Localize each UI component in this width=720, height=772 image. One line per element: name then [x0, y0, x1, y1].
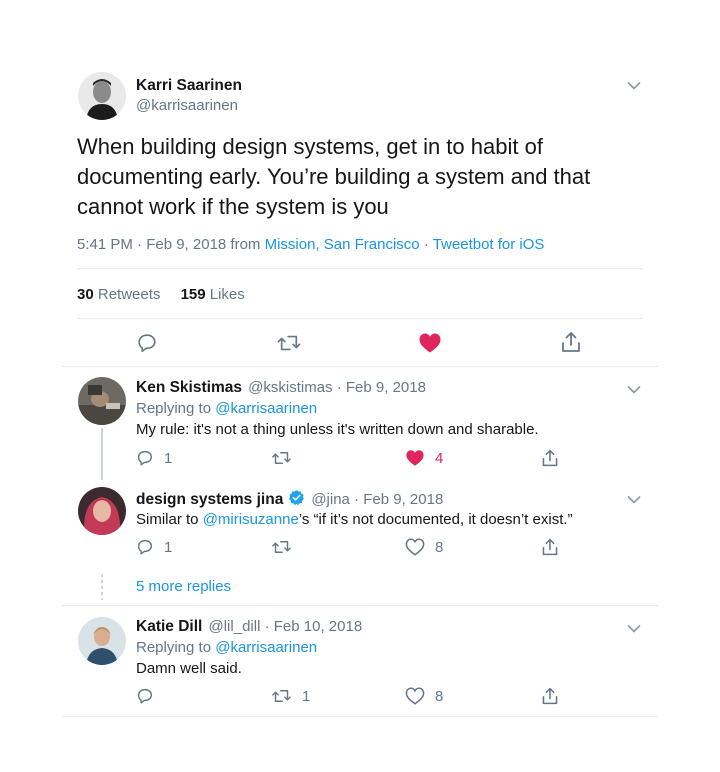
- likes-stat[interactable]: 159 Likes: [181, 286, 245, 303]
- heart-icon: [406, 450, 424, 466]
- reply-author-handle[interactable]: @jina: [311, 491, 350, 508]
- reply-icon: [138, 334, 156, 353]
- like-button[interactable]: 8: [405, 538, 443, 556]
- divider: [62, 605, 658, 606]
- reply-date[interactable]: · Feb 9, 2018: [350, 491, 443, 508]
- share-icon: [562, 332, 580, 352]
- reply-header: design systems jina @jina · Feb 9, 2018: [136, 489, 443, 510]
- retweet-icon: [272, 541, 291, 553]
- avatar-karri[interactable]: [78, 72, 126, 120]
- reply-button[interactable]: 1: [136, 449, 172, 467]
- retweets-stat[interactable]: 30 Retweets: [77, 286, 160, 303]
- share-button[interactable]: [541, 537, 559, 557]
- reply-text-suffix: ’s “if it’s not documented, it doesn’t e…: [298, 511, 573, 528]
- like-button[interactable]: 8: [405, 687, 443, 705]
- replying-to: Replying to @karrisaarinen: [136, 639, 317, 656]
- tweet-text-line: documenting early. You’re building a sys…: [77, 164, 591, 189]
- share-button[interactable]: [541, 686, 559, 706]
- like-count: 8: [435, 538, 444, 556]
- divider: [77, 268, 643, 269]
- retweet-button[interactable]: [276, 332, 302, 354]
- chevron-down-icon[interactable]: [627, 621, 641, 639]
- reply-text: Similar to @mirisuzanne’s “if it’s not d…: [136, 511, 573, 528]
- reply-text: My rule: it's not a thing unless it's wr…: [136, 421, 539, 438]
- share-icon: [542, 449, 558, 467]
- heart-icon: [405, 687, 425, 705]
- tweet-metadata: 5:41 PM · Feb 9, 2018 from Mission, San …: [77, 236, 544, 253]
- reply-icon: [137, 688, 153, 704]
- share-button[interactable]: [560, 330, 582, 354]
- replying-to-label: Replying to: [136, 400, 216, 417]
- reply-count: 1: [164, 538, 173, 556]
- chevron-down-icon[interactable]: [627, 382, 641, 400]
- reply-author-name[interactable]: design systems jina: [136, 491, 283, 509]
- avatar-katie[interactable]: [78, 617, 126, 665]
- share-button[interactable]: [541, 448, 559, 468]
- divider: [62, 366, 658, 367]
- reply-date[interactable]: · Feb 10, 2018: [260, 618, 363, 635]
- share-icon: [542, 538, 558, 556]
- divider: [77, 318, 643, 319]
- reply-date[interactable]: · Feb 9, 2018: [333, 379, 426, 396]
- like-count: 8: [435, 687, 444, 705]
- retweet-icon: [277, 335, 301, 351]
- meta-separator: ·: [419, 236, 433, 253]
- reply-author-handle[interactable]: @lil_dill: [209, 618, 261, 635]
- retweet-icon: [272, 452, 291, 464]
- reply-button[interactable]: [136, 687, 164, 705]
- divider: [62, 716, 658, 717]
- reply-icon: [137, 450, 153, 466]
- replying-to-link[interactable]: @karrisaarinen: [215, 639, 317, 656]
- reply-header: Ken Skistimas @kskistimas · Feb 9, 2018: [136, 379, 426, 397]
- retweets-label: Retweets: [93, 286, 161, 303]
- retweet-button[interactable]: [271, 449, 302, 467]
- chevron-down-icon[interactable]: [627, 492, 641, 510]
- like-button[interactable]: 4: [405, 449, 443, 467]
- thread-line: [101, 428, 103, 480]
- replying-to-label: Replying to: [136, 639, 216, 656]
- reply-button[interactable]: 1: [136, 538, 172, 556]
- share-icon: [542, 687, 558, 705]
- retweet-button[interactable]: [271, 538, 302, 556]
- reply-author-name[interactable]: Katie Dill: [136, 618, 202, 635]
- tweet-text: When building design systems, get in to …: [77, 132, 590, 222]
- reply-button[interactable]: [136, 332, 158, 354]
- heart-icon: [419, 333, 441, 353]
- reply-count: 1: [164, 449, 173, 467]
- likes-count: 159: [180, 286, 206, 303]
- tweet-location-link[interactable]: Mission, San Francisco: [265, 236, 420, 253]
- chevron-down-icon[interactable]: [627, 78, 641, 96]
- more-replies-link[interactable]: 5 more replies: [136, 578, 231, 595]
- tweet-stats: 30 Retweets 159 Likes: [77, 286, 245, 303]
- reply-author-name[interactable]: Ken Skistimas: [136, 379, 242, 396]
- replying-to: Replying to @karrisaarinen: [136, 400, 317, 417]
- author-name[interactable]: Karri Saarinen: [136, 77, 242, 95]
- reply-icon: [137, 539, 153, 555]
- heart-icon: [405, 538, 425, 556]
- like-button[interactable]: [418, 332, 442, 354]
- retweet-icon: [272, 690, 291, 702]
- retweet-count: 1: [302, 687, 311, 705]
- reply-author-handle[interactable]: @kskistimas: [248, 379, 332, 396]
- likes-label: Likes: [205, 286, 245, 303]
- thread-dots: [101, 574, 103, 600]
- avatar-jina[interactable]: [78, 487, 126, 535]
- reply-text-prefix: Similar to: [136, 511, 203, 528]
- replying-to-link[interactable]: @karrisaarinen: [215, 400, 317, 417]
- author-handle[interactable]: @karrisaarinen: [136, 97, 238, 114]
- retweet-button[interactable]: 1: [271, 687, 310, 705]
- mention-link[interactable]: @mirisuzanne: [203, 511, 299, 528]
- avatar-ken[interactable]: [78, 377, 126, 425]
- tweet-time-date[interactable]: 5:41 PM · Feb 9, 2018 from: [77, 236, 265, 253]
- tweet-text-line: cannot work if the system is you: [77, 194, 389, 219]
- tweet-text-line: When building design systems, get in to …: [77, 134, 543, 159]
- reply-text: Damn well said.: [136, 660, 242, 677]
- retweets-count: 30: [77, 286, 94, 303]
- reply-header: Katie Dill @lil_dill · Feb 10, 2018: [136, 618, 362, 636]
- verified-icon: [288, 489, 305, 510]
- like-count: 4: [435, 449, 444, 467]
- tweet-client-link[interactable]: Tweetbot for iOS: [433, 236, 545, 253]
